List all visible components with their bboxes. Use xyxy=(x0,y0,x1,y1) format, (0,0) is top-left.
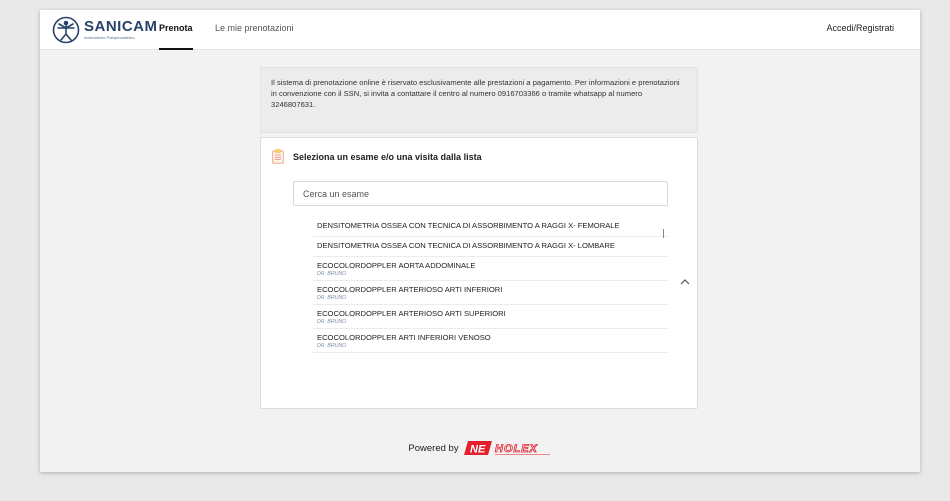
exam-selector-card: Seleziona un esame e/o una visita dalla … xyxy=(260,137,698,409)
brand-name: HOLEX xyxy=(495,443,538,455)
sanicam-logo[interactable]: SANICAM Ambulatorio Polispecialistico xyxy=(52,15,158,45)
logo-subtitle: Ambulatorio Polispecialistico xyxy=(84,35,135,40)
exam-name: DENSITOMETRIA OSSEA CON TECNICA DI ASSOR… xyxy=(317,221,620,230)
notice-text: Il sistema di prenotazione online è rise… xyxy=(271,78,680,109)
exam-name: DENSITOMETRIA OSSEA CON TECNICA DI ASSOR… xyxy=(317,241,615,250)
tab-le-mie-prenotazioni[interactable]: Le mie prenotazioni xyxy=(215,23,294,50)
powered-by-text: Powered by xyxy=(408,442,459,454)
vitruvian-man-icon xyxy=(52,16,80,44)
brand-short: NE xyxy=(470,444,486,456)
list-item[interactable]: DENSITOMETRIA OSSEA CON TECNICA DI ASSOR… xyxy=(313,217,668,237)
exam-search-box[interactable] xyxy=(293,181,668,206)
clipboard-icon xyxy=(272,149,284,164)
holex-logo[interactable]: NE HOLEX xyxy=(463,440,552,456)
list-item[interactable]: ECOCOLORDOPPLER AORTA ADDOMINALE DR. BRU… xyxy=(313,257,668,281)
tab-prenota[interactable]: Prenota xyxy=(159,23,193,50)
list-item[interactable]: ECOCOLORDOPPLER ARTERIOSO ARTI SUPERIORI… xyxy=(313,305,668,329)
top-navbar: SANICAM Ambulatorio Polispecialistico Pr… xyxy=(40,10,920,50)
list-item[interactable]: ECOCOLORDOPPLER ARTERIOSO ARTI INFERIORI… xyxy=(313,281,668,305)
chevron-up-icon[interactable] xyxy=(680,272,690,290)
info-notice: Il sistema di prenotazione online è rise… xyxy=(260,67,698,133)
footer: Powered by NE HOLEX xyxy=(40,440,920,456)
exam-search-input[interactable] xyxy=(294,182,667,205)
exam-list[interactable]: DENSITOMETRIA OSSEA CON TECNICA DI ASSOR… xyxy=(313,217,668,402)
login-register-link[interactable]: Accedi/Registrati xyxy=(826,23,894,33)
list-scrollbar[interactable] xyxy=(663,229,664,238)
card-title: Seleziona un esame e/o una visita dalla … xyxy=(293,151,482,162)
list-item[interactable]: DENSITOMETRIA OSSEA CON TECNICA DI ASSOR… xyxy=(313,237,668,257)
list-item[interactable]: ECOCOLORDOPPLER ARTI INFERIORI VENOSO DR… xyxy=(313,329,668,353)
logo-name: SANICAM xyxy=(84,18,158,35)
app-window: SANICAM Ambulatorio Polispecialistico Pr… xyxy=(40,10,920,472)
